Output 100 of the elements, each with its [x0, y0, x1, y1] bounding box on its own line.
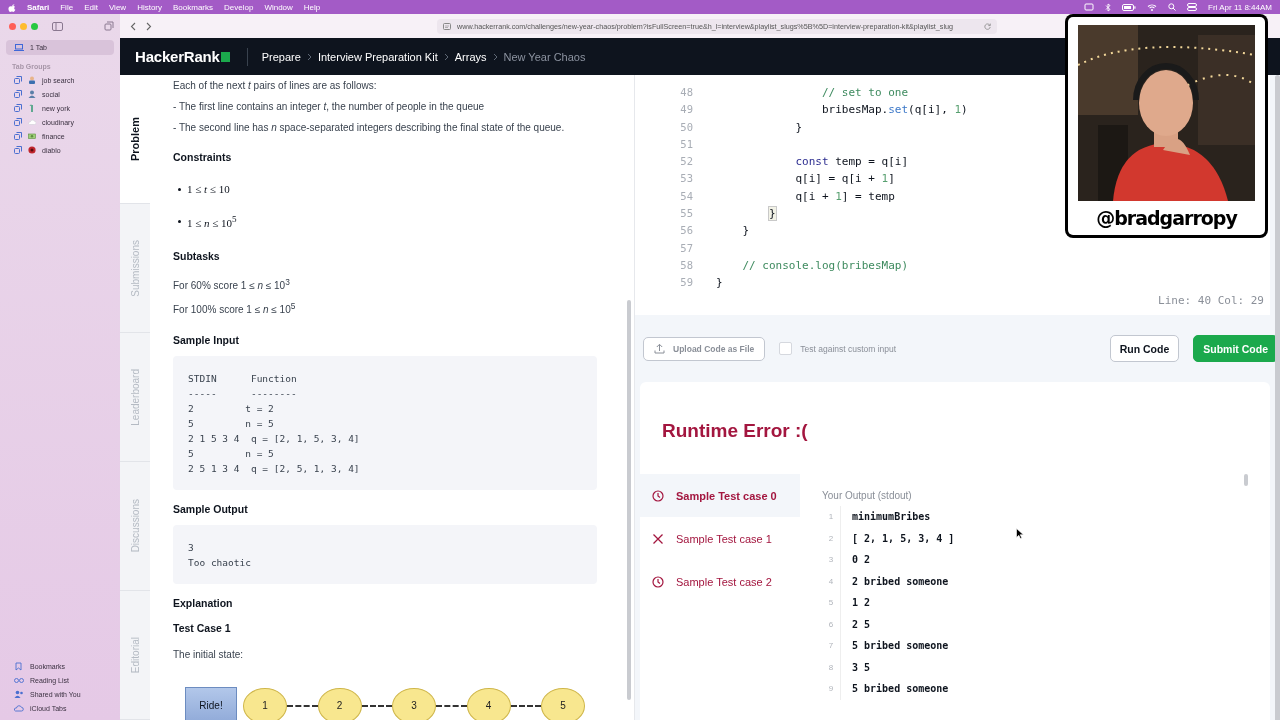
banknote-icon	[28, 132, 36, 140]
line-number: 57	[679, 240, 693, 256]
output-line: 5 bribed someone	[852, 683, 949, 695]
constraint-text: 1 ≤ n ≤ 10$^{5}$	[187, 213, 237, 229]
test-case-item[interactable]: Sample Test case 0	[640, 474, 800, 517]
apple-logo-icon[interactable]	[8, 2, 16, 12]
site-logo[interactable]: HackerRank	[135, 48, 220, 65]
line-number: 7	[822, 635, 841, 657]
menu-item[interactable]: View	[108, 2, 127, 12]
page-icon	[443, 22, 451, 30]
line-number: 52	[679, 154, 693, 170]
forward-icon[interactable]	[146, 21, 152, 31]
line-number: 3	[822, 549, 841, 571]
logo-square-icon	[220, 51, 230, 62]
output-line: 1 2	[852, 597, 871, 609]
checkbox[interactable]	[779, 342, 793, 355]
line-number: 2	[822, 527, 841, 549]
menu-bar-clock: Fri Apr 11 8:44AM	[1208, 2, 1272, 12]
constraint-text: 1 ≤ t ≤ 10	[187, 183, 230, 195]
line-number: 4	[822, 570, 841, 592]
output-line: 2 5	[852, 618, 871, 630]
line-number: 54	[679, 188, 693, 204]
code-line: // console.log(bribesMap)	[741, 257, 909, 274]
scrollbar-thumb[interactable]	[627, 300, 631, 700]
clock-icon	[652, 575, 664, 588]
bullet-icon	[178, 219, 181, 223]
code-line: q[i + 1] = temp	[794, 188, 895, 205]
menu-item[interactable]: File	[60, 2, 74, 12]
menu-item[interactable]: Develop	[224, 2, 254, 12]
section-heading: Explanation	[173, 596, 234, 609]
upload-icon	[654, 343, 665, 354]
breadcrumb-link[interactable]: Interview Preparation Kit	[317, 50, 438, 63]
line-number: 55	[679, 206, 693, 222]
cloud-icon	[14, 703, 24, 713]
menu-item[interactable]: Bookmarks	[173, 2, 214, 12]
clock-icon	[652, 489, 664, 502]
person-node: 4	[466, 687, 511, 720]
wifi-icon[interactable]	[1147, 3, 1158, 11]
line-number: 56	[679, 223, 693, 239]
connector-line	[287, 704, 318, 707]
mouse-cursor-icon	[1016, 528, 1024, 539]
code-line: }	[716, 275, 723, 292]
line-number: 49	[679, 102, 693, 118]
output-line: 0 2	[852, 554, 871, 566]
search-icon[interactable]	[1168, 3, 1177, 11]
test-case-item[interactable]: Sample Test case 2	[640, 560, 800, 603]
run-code-button[interactable]: Run Code	[1109, 335, 1180, 362]
app-menu[interactable]: Safari	[27, 2, 50, 12]
screen-mirroring-icon[interactable]	[1084, 3, 1095, 11]
menu-item[interactable]: History	[137, 2, 162, 12]
paragraph: The initial state:	[173, 647, 245, 662]
paragraph: For 60% score 1 ≤ n ≤ 10$^{3}$	[173, 276, 291, 294]
checkbox-label: Test against custom input	[800, 343, 897, 354]
section-heading: Subtasks	[173, 250, 221, 262]
scrollbar-thumb[interactable]	[1275, 75, 1280, 720]
tab-group-icon	[14, 104, 22, 112]
line-number: 50	[679, 119, 693, 135]
line-number: 6	[822, 613, 841, 635]
sidebar-icon[interactable]	[52, 21, 63, 31]
channel-handle: @bradgarropy	[1096, 207, 1237, 229]
scrollbar-thumb[interactable]	[1244, 474, 1248, 486]
output-label: Your Output (stdout)	[822, 490, 913, 501]
tab-group-icon	[14, 146, 22, 154]
chevron-icon	[443, 52, 449, 61]
chevron-icon	[492, 52, 498, 61]
problem-tab[interactable]: Problem	[120, 75, 150, 204]
battery-icon[interactable]	[1122, 3, 1137, 11]
person-node: 2	[317, 687, 362, 720]
code-line: // set to one	[820, 85, 909, 101]
glasses-icon	[14, 675, 24, 685]
line-number: 9	[822, 678, 841, 700]
people-icon	[14, 689, 24, 699]
line-number: 51	[679, 136, 693, 152]
breadcrumb-link[interactable]: New Year Chaos	[503, 50, 586, 63]
bookmark-icon	[14, 661, 24, 671]
control-center-icon[interactable]	[1187, 3, 1198, 11]
back-icon[interactable]	[130, 21, 136, 31]
breadcrumb-link[interactable]: Prepare	[261, 50, 301, 63]
tab-group-icon	[14, 118, 22, 126]
menu-item[interactable]: Window	[264, 2, 293, 12]
output-line: [ 2, 1, 5, 3, 4 ]	[852, 532, 955, 544]
reload-icon[interactable]	[984, 22, 991, 30]
line-number: 53	[679, 171, 693, 187]
code-line: q[i] = q[i + 1]	[794, 171, 895, 188]
line-number: 48	[679, 85, 693, 100]
result-title: Runtime Error :(	[662, 420, 809, 443]
bluetooth-icon[interactable]	[1105, 2, 1112, 12]
close-button[interactable]	[9, 22, 16, 30]
test-case-item[interactable]: Sample Test case 1	[640, 517, 800, 560]
code-line: }	[741, 223, 750, 240]
breadcrumb-link[interactable]: Arrays	[454, 50, 487, 63]
new-tab-group-icon[interactable]	[104, 21, 114, 31]
line-number: 58	[679, 257, 693, 273]
zoom-button[interactable]	[31, 22, 38, 30]
output-line: 2 bribed someone	[852, 575, 949, 587]
menu-item[interactable]: Edit	[84, 2, 98, 12]
cloud-icon	[28, 118, 36, 126]
menu-item[interactable]: Help	[303, 2, 321, 12]
connector-line	[361, 704, 392, 707]
section-heading: Sample Output	[173, 502, 249, 515]
